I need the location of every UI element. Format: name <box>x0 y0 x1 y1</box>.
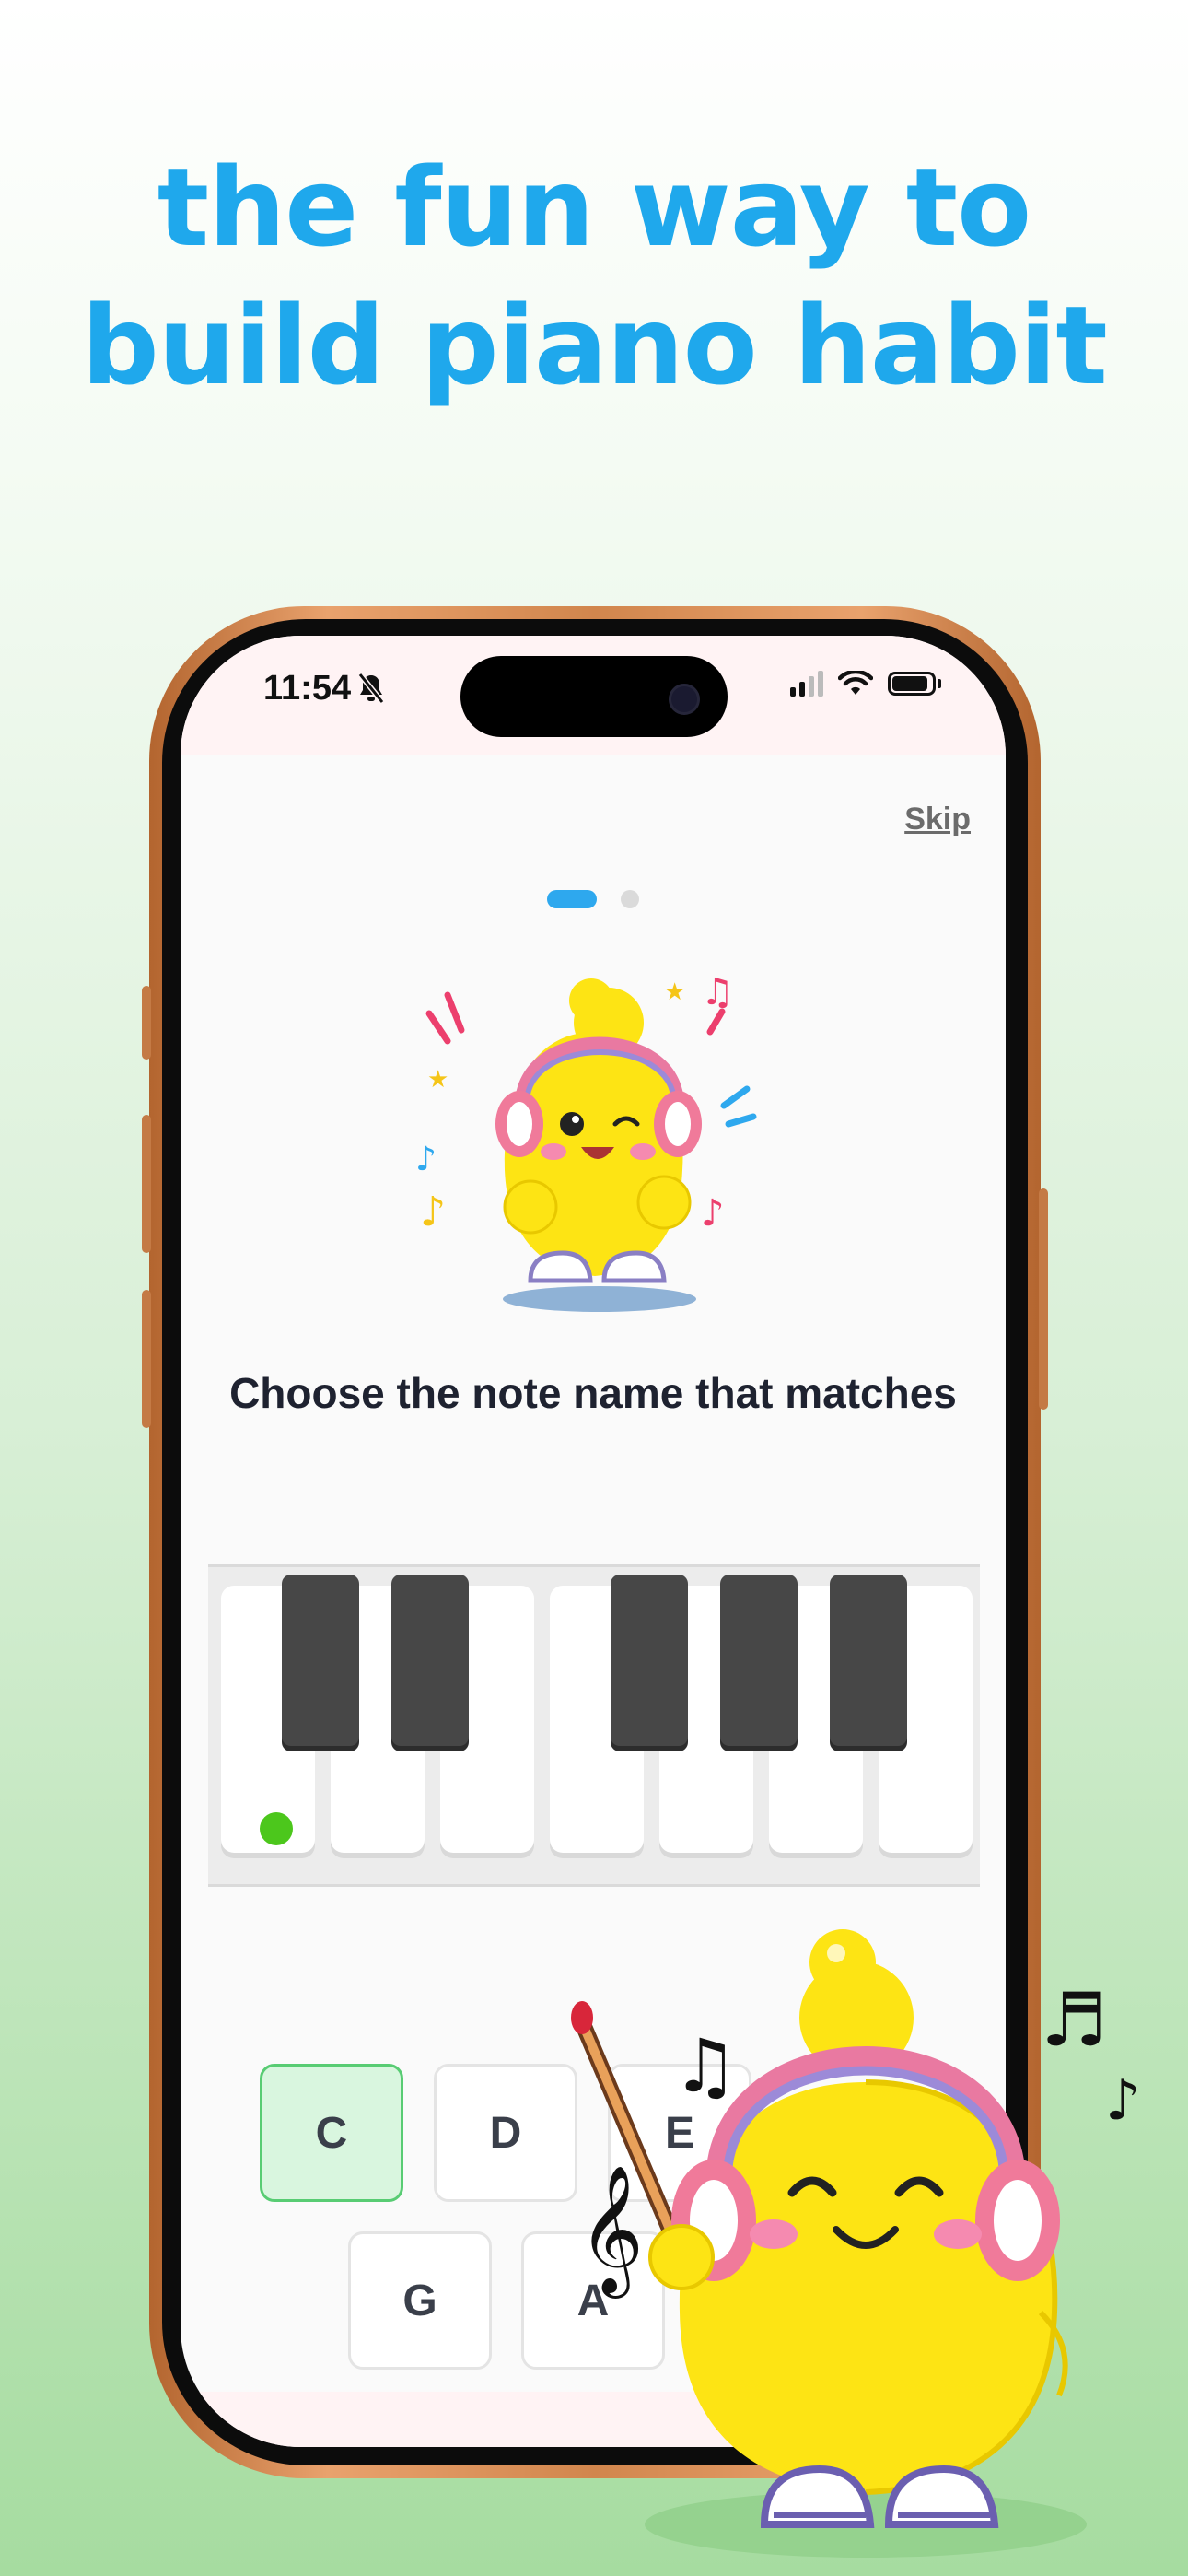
skip-link[interactable]: Skip <box>904 802 971 837</box>
svg-text:♫: ♫ <box>701 971 734 1013</box>
piano-black-key[interactable] <box>830 1575 907 1746</box>
front-camera <box>669 684 700 715</box>
svg-text:★: ★ <box>664 978 685 1006</box>
bell-slash-icon <box>357 673 385 704</box>
page-indicator-dot[interactable] <box>621 890 639 908</box>
svg-text:♪: ♪ <box>1105 2068 1140 2133</box>
svg-text:♪: ♪ <box>701 1192 725 1235</box>
piano-black-key[interactable] <box>611 1575 688 1746</box>
svg-text:♬: ♬ <box>1041 1977 1107 2063</box>
svg-text:★: ★ <box>427 1066 448 1094</box>
status-time: 11:54 <box>263 669 352 708</box>
headline: the fun way to build piano habit <box>0 138 1188 415</box>
phone-volume-up-button <box>142 1115 151 1253</box>
battery-tip <box>938 679 941 688</box>
headline-line-1: the fun way to <box>157 144 1031 271</box>
answer-button-c[interactable]: C <box>260 2064 403 2202</box>
phone-volume-down-button <box>142 1290 151 1428</box>
dynamic-island <box>460 656 728 737</box>
question-title: Choose the note name that matches <box>229 1369 957 1417</box>
note-marker-dot <box>260 1812 293 1845</box>
wifi-icon <box>838 671 873 695</box>
svg-text:♪: ♪ <box>420 1188 446 1235</box>
page-indicator-dot-active[interactable] <box>547 890 597 908</box>
battery-icon <box>888 672 936 696</box>
svg-text:♪: ♪ <box>415 1141 437 1178</box>
answer-button-g[interactable]: G <box>348 2231 492 2370</box>
conductor-mascot-illustration: 𝄞 ♪ ♫ ♬ ♪ <box>571 1929 1140 2558</box>
phone-action-button <box>142 986 151 1060</box>
svg-text:♫: ♫ <box>672 2023 739 2109</box>
treble-clef-icon: 𝄞 <box>578 2165 644 2299</box>
piano-keyboard <box>208 1564 980 1887</box>
mascot-illustration: ★ ★ ♫ ♪ ♪ ♪ <box>415 971 757 1312</box>
headline-line-2: build piano habit <box>81 282 1108 409</box>
status-icons <box>790 671 941 697</box>
signal-icon <box>790 671 823 697</box>
page-indicator <box>181 890 1006 908</box>
phone-power-button <box>1039 1188 1048 1410</box>
piano-black-key[interactable] <box>391 1575 469 1746</box>
piano-black-key[interactable] <box>282 1575 359 1746</box>
piano-black-key[interactable] <box>720 1575 798 1746</box>
